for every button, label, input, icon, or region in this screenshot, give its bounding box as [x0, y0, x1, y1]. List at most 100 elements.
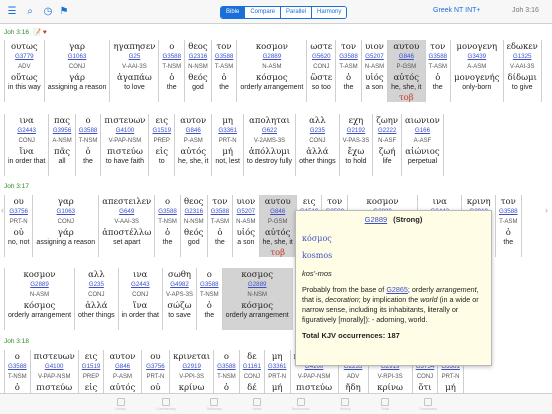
word-cell[interactable]: αυτου G846 P-GSM αὐτός he, she, it τοβ [259, 195, 297, 258]
word-cell[interactable]: πας G3956 A-NSM πᾶς all [49, 114, 76, 176]
strongs-link[interactable]: G3588 [217, 362, 236, 371]
strongs-link[interactable]: G3361 [268, 362, 287, 371]
strongs-number-link[interactable]: G2889 [365, 215, 388, 224]
strongs-link[interactable]: G2192 [347, 126, 366, 135]
word-cell[interactable]: αυτου G846 P-GSM αὐτός he, she, it τοβ [388, 40, 426, 103]
strongs-link[interactable]: G2316 [184, 207, 203, 216]
strongs-link[interactable]: G3588 [162, 52, 181, 61]
word-cell[interactable]: γαρ G1063 CONJ γάρ assigning a reason [45, 40, 111, 102]
toolbar-item-tools[interactable]: Tools [381, 397, 389, 411]
word-cell[interactable]: πιστευωνG4100 V-PAP-NSM πιστεύωto have fai… [101, 114, 150, 176]
word-cell[interactable]: εδωκεν G1325 V-AAI-3S δίδωμι to give [504, 40, 542, 102]
strongs-link[interactable]: G1519 [82, 362, 101, 371]
previous-chapter-arrow[interactable]: ‹ [1, 205, 4, 215]
word-cell[interactable]: θεος G2316 N-NSM θεός god [185, 40, 212, 102]
strongs-link[interactable]: G2889 [248, 280, 267, 289]
verse-label-18[interactable]: Joh 3:18 [4, 338, 29, 345]
word-cell[interactable]: οG3588 T-NSM ὁthe [197, 268, 223, 330]
strongs-link[interactable]: G3588 [499, 207, 518, 216]
strongs-link[interactable]: G166 [415, 126, 430, 135]
word-cell[interactable]: ουτως G3779 ADV οὕτως in this way [4, 40, 45, 102]
strongs-link[interactable]: G846 [270, 207, 285, 216]
word-cell[interactable]: αλλ G235 CONJ ἀλλά other things [75, 268, 119, 330]
menu-icon[interactable]: ☰ [6, 6, 18, 18]
word-cell[interactable]: σωθη G4982 V-APS-3S σώζω to save [163, 268, 197, 330]
word-cell[interactable]: τονG3588 T-ASM ὁthe [496, 195, 522, 257]
strongs-link[interactable]: G3588 [200, 280, 219, 289]
bookmark-icon[interactable]: ⚑ [58, 6, 70, 18]
toolbar-item-dictionary[interactable]: Dictionary [207, 397, 222, 411]
strongs-link[interactable]: G3588 [429, 52, 448, 61]
verse-ref[interactable]: Joh 3:17 [4, 183, 29, 190]
strongs-link[interactable]: G1063 [68, 52, 87, 61]
verse-label-16[interactable]: Joh 3:16 📝 ♥ [4, 28, 47, 36]
strongs-link[interactable]: G2443 [131, 280, 150, 289]
strongs-link[interactable]: G2316 [189, 52, 208, 61]
strongs-link[interactable]: G3588 [339, 52, 358, 61]
toolbar-item-notes[interactable]: Notes [252, 397, 262, 411]
history-icon[interactable]: ◷ [42, 6, 54, 18]
strongs-link[interactable]: G2222 [378, 126, 397, 135]
next-chapter-arrow[interactable]: › [545, 205, 548, 215]
word-cell[interactable]: οG3588 T-NSM ὁthe [159, 40, 186, 102]
strongs-link[interactable]: G4100 [116, 126, 135, 135]
word-cell[interactable]: ζωην G2222 N-ASF ζωή life [373, 114, 403, 176]
verse-label-17[interactable]: Joh 3:17 [4, 183, 29, 190]
strongs-link[interactable]: G846 [399, 52, 414, 61]
strongs-link[interactable]: G1325 [513, 52, 532, 61]
related-strongs-link[interactable]: G2865 [386, 285, 408, 294]
strongs-link[interactable]: G5207 [365, 52, 384, 61]
word-cell[interactable]: οG3588 T-NSM ὁthe [155, 195, 181, 257]
word-cell[interactable]: κοσμος G2889 N-NSM κόσμος orderly arrangemen… [222, 268, 293, 330]
strongs-link[interactable]: G1161 [243, 362, 261, 371]
word-cell[interactable]: αλλ G235 CONJ ἀλλά other things [296, 114, 340, 176]
word-cell[interactable]: ουG3756 PRT-N οὐno, not [4, 195, 34, 257]
strongs-link[interactable]: G846 [186, 126, 201, 135]
strongs-link[interactable]: G846 [115, 362, 130, 371]
tab-parallel[interactable]: Parallel [280, 7, 312, 18]
word-cell[interactable]: μη G3361 PRT-N μή not, lest [212, 114, 244, 176]
toolbar-item-downloads[interactable]: Downloads [420, 397, 437, 411]
strongs-link[interactable]: G3361 [218, 126, 237, 135]
word-cell[interactable]: μονογενη G3439 A-ASM μονογενής only-born [451, 40, 504, 102]
toolbar-item-bookmarks[interactable]: Bookmarks [292, 397, 309, 411]
strongs-link[interactable]: G3756 [9, 207, 28, 216]
word-cell[interactable]: τονG3588 T-ASM ὁthe [212, 40, 238, 102]
word-cell[interactable]: τονG3588 T-ASM ὁthe [336, 40, 362, 102]
word-cell[interactable]: τονG3588 T-ASM ὁthe [208, 195, 234, 257]
strongs-link[interactable]: G3756 [146, 362, 165, 371]
strongs-link[interactable]: G649 [119, 207, 134, 216]
strongs-link[interactable]: G3439 [468, 52, 487, 61]
word-cell[interactable]: τονG3588 T-ASM ὁthe [426, 40, 452, 102]
strongs-link[interactable]: G3588 [215, 52, 234, 61]
word-cell[interactable]: ειςG1519 PREP εἰςto [149, 114, 176, 176]
strongs-link[interactable]: G25 [129, 52, 141, 61]
strongs-link[interactable]: G1063 [57, 207, 76, 216]
strongs-link[interactable]: G235 [310, 126, 325, 135]
reference-selector[interactable]: Joh 3:16 [512, 7, 539, 14]
strongs-link[interactable]: G2443 [17, 126, 36, 135]
word-cell[interactable]: ωστε G5620 CONJ ὥστε so too [307, 40, 337, 102]
word-cell[interactable]: αιωνιον G166 A-ASF αἰώνιος perpetual [402, 114, 444, 176]
word-cell[interactable]: ηγαπησεν G25 V-AAI-3S ἀγαπάω to love [110, 40, 160, 102]
tab-compare[interactable]: Compare [244, 7, 281, 18]
strongs-link[interactable]: G4982 [170, 280, 189, 289]
word-cell[interactable]: ιναG2443 CONJ ἵναin order that [119, 268, 163, 330]
tab-bible[interactable]: Bible [221, 7, 245, 18]
strongs-link[interactable]: G2919 [182, 362, 201, 371]
word-cell[interactable]: κοσμονG2889 N-ASM κόσμοςorderly arrangemen… [4, 268, 76, 330]
strongs-link[interactable]: G5207 [237, 207, 256, 216]
toolbar-item-history[interactable]: History [340, 397, 351, 411]
tab-harmony[interactable]: Harmony [311, 7, 347, 18]
strongs-link[interactable]: G3588 [211, 207, 230, 216]
word-cell[interactable]: κοσμονG2889 N-ASM κόσμοςorderly arrangemen… [237, 40, 308, 102]
word-cell[interactable]: υιον G5207 N-ASM υἱός a son [362, 40, 389, 102]
word-cell[interactable]: εχη G2192 V-PAS-3S ἔχω to hold [340, 114, 374, 176]
strongs-link[interactable]: G2889 [30, 280, 49, 289]
strongs-link[interactable]: G3588 [79, 126, 98, 135]
strongs-link[interactable]: G3956 [53, 126, 72, 135]
word-cell[interactable]: αποληται G622 V-2AMS-3S ἀπόλλυμι to destroy … [244, 114, 297, 176]
word-cell[interactable]: υιον G5207 N-ASM υἱός a son [233, 195, 260, 257]
version-selector[interactable]: Greek NT INT+ [433, 7, 481, 14]
strongs-link[interactable]: G622 [262, 126, 277, 135]
